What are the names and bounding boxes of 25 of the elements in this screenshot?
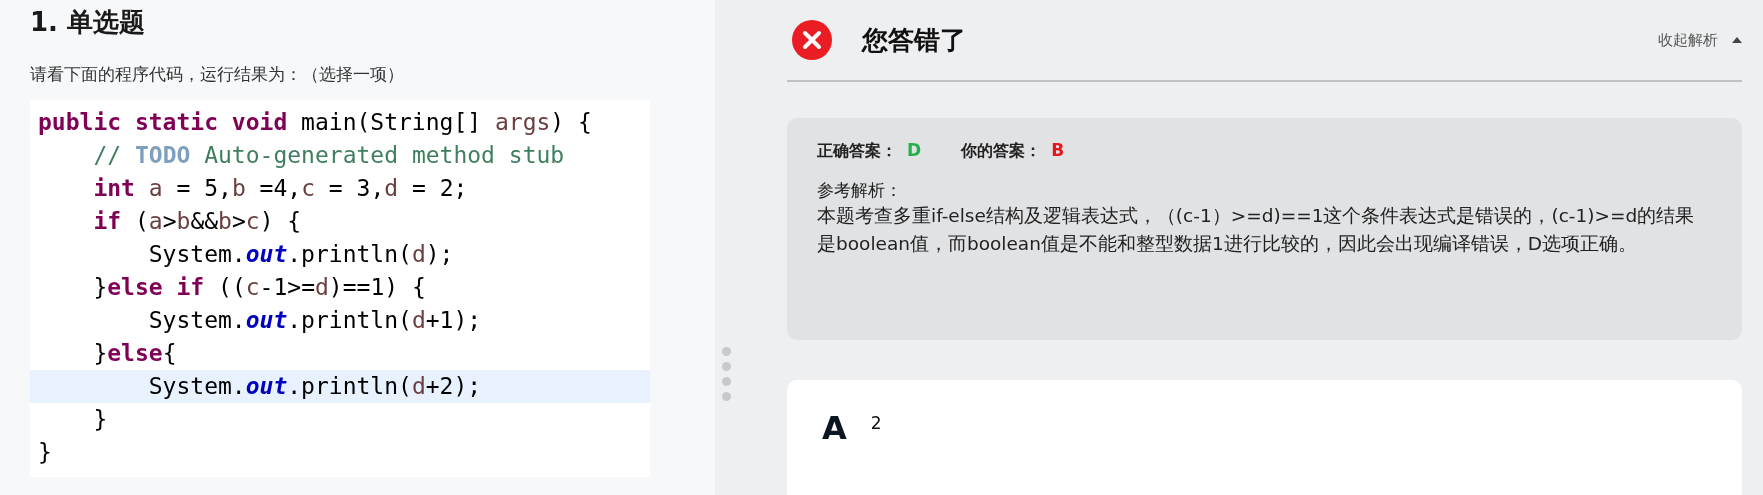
question-heading: 1. 单选题 — [30, 6, 147, 39]
drag-handle[interactable] — [722, 347, 731, 401]
code-line: } — [37, 438, 53, 467]
analysis-text: 本题考查多重if-else结构及逻辑表达式，（(c-1）>=d)==1这个条件表达式是错误的，(c-1)>=d的结果是boolean值，而boolean值是不能和整型数据1进行比较的，因此会出现编译错误，D选项正确。 — [817, 204, 1696, 256]
answer-label: 你的答案： — [961, 141, 1042, 160]
code-line: public static void main(String[] args) { — [37, 108, 593, 137]
code-line: int a = 5,b =4,c = 3,d = 2; — [92, 174, 469, 203]
collapse-toggle[interactable]: 收起解析 — [1658, 26, 1742, 54]
code-line: if (a>b&&b>c) { — [92, 207, 303, 236]
code-line: }else if ((c-1>=d)==1) { — [92, 273, 427, 302]
code-line: System.out.println(d+1); — [147, 306, 483, 335]
answer-value: D — [907, 140, 922, 160]
option-letter: A — [822, 410, 847, 446]
code-line: System.out.println(d); — [147, 240, 455, 269]
code-line: }else{ — [92, 339, 178, 368]
option-text: 2 — [870, 412, 882, 435]
code-line: // TODO Auto-generated method stub — [92, 141, 566, 170]
answer-value: B — [1051, 140, 1065, 160]
caret-icon — [1732, 37, 1742, 43]
option-card[interactable]: A 2 — [787, 380, 1742, 495]
result-title: 您答错了 — [862, 23, 966, 57]
analysis-heading: 参考解析： — [817, 179, 903, 202]
question-prompt: 请看下面的程序代码，运行结果为：（选择一项） — [30, 63, 405, 86]
answer-label: 正确答案： — [817, 141, 897, 160]
code-line: } — [92, 405, 109, 434]
